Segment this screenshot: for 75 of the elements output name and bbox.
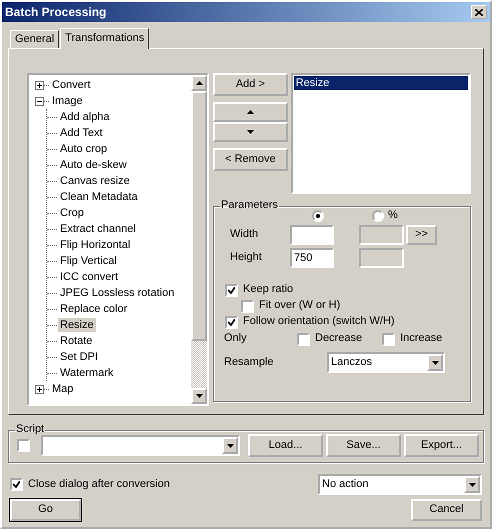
script-button[interactable]: Load... (248, 434, 323, 457)
script-button[interactable]: Export... (404, 434, 479, 457)
field-label: Height (230, 251, 263, 265)
expand-button[interactable]: >> (406, 225, 437, 245)
radio-button[interactable] (312, 210, 324, 222)
field-label: Resample (224, 356, 275, 370)
tree-item[interactable]: Set DPI (58, 350, 100, 364)
tree-item[interactable]: Extract channel (58, 222, 138, 236)
checkbox[interactable] (10, 478, 23, 491)
tree-item[interactable]: ICC convert (58, 270, 120, 284)
checkbox[interactable] (225, 316, 238, 328)
checkbox-label: Increase (400, 332, 442, 346)
close-button[interactable] (471, 5, 487, 19)
tab[interactable]: Transformations (60, 28, 150, 49)
tree-item[interactable]: Map (50, 382, 76, 396)
move-down-button[interactable] (213, 122, 288, 142)
tree-item[interactable]: Replace color (58, 302, 130, 316)
remove-button[interactable]: < Remove (213, 148, 288, 171)
scrollbar[interactable] (191, 75, 207, 404)
tab[interactable]: General (10, 30, 60, 48)
checkbox-label: Follow orientation (switch W/H) (243, 315, 395, 329)
checkmark-icon (228, 286, 235, 294)
checkmark-icon (228, 318, 235, 326)
radio-dot-icon (316, 214, 320, 218)
caret-down-icon (468, 482, 476, 486)
checkmark-icon (13, 481, 20, 488)
tree-item[interactable]: Crop (58, 206, 86, 220)
tree-item[interactable]: Flip Horizontal (58, 238, 132, 252)
script-button[interactable]: Save... (326, 434, 401, 457)
resample-dropdown[interactable]: Lanczos (327, 352, 445, 373)
tree-item[interactable]: Resize (58, 318, 96, 332)
radio-button[interactable] (372, 210, 384, 222)
checkbox[interactable] (17, 439, 30, 452)
radio-label: % (388, 209, 398, 223)
tree-item[interactable]: Clean Metadata (58, 190, 140, 204)
input-field[interactable]: 750 (290, 248, 334, 268)
caret-down-icon (226, 444, 234, 448)
close-icon (475, 8, 483, 16)
down-triangle-icon (246, 130, 254, 134)
field-label: Width (230, 228, 260, 242)
field-label: Only (224, 332, 248, 346)
add-button[interactable]: Add > (213, 73, 288, 96)
window-title: Batch Processing (5, 4, 106, 20)
tree-item[interactable]: Add Text (58, 126, 105, 140)
group-title: Script (15, 424, 46, 435)
up-triangle-icon (196, 81, 202, 85)
checkbox[interactable] (382, 332, 396, 346)
group-title: Parameters (220, 200, 279, 211)
cancel-button[interactable]: Cancel (411, 499, 482, 521)
tree-item[interactable]: Add alpha (58, 110, 112, 124)
tree-item[interactable]: Flip Vertical (58, 254, 119, 268)
checkbox[interactable] (241, 300, 254, 312)
tree-item[interactable]: Canvas resize (58, 174, 132, 188)
tree-item[interactable]: Convert (50, 78, 93, 92)
move-up-button[interactable] (213, 102, 288, 122)
input-field[interactable] (290, 225, 334, 245)
tree-item[interactable]: Watermark (58, 366, 116, 380)
tree-item[interactable]: Auto crop (58, 142, 110, 156)
tree-item[interactable]: Rotate (58, 334, 94, 348)
script-dropdown[interactable] (41, 435, 240, 456)
checkbox[interactable] (225, 284, 238, 296)
checkbox-label: Decrease (315, 332, 362, 346)
up-triangle-icon (246, 110, 254, 114)
action-dropdown[interactable]: No action (318, 474, 482, 495)
checkbox-label: Close dialog after conversion (28, 478, 170, 492)
checkbox-label: Fit over (W or H) (259, 299, 340, 313)
checkbox[interactable] (297, 332, 310, 346)
tree-item[interactable]: Auto de-skew (58, 158, 129, 172)
caret-down-icon (432, 360, 438, 364)
go-button[interactable]: Go (10, 499, 81, 521)
list-item[interactable]: Resize (294, 76, 468, 90)
tree-item[interactable]: Image (50, 94, 85, 108)
down-triangle-icon (196, 394, 202, 398)
tree-item[interactable]: JPEG Lossless rotation (58, 286, 176, 300)
checkbox-label: Keep ratio (243, 283, 294, 297)
